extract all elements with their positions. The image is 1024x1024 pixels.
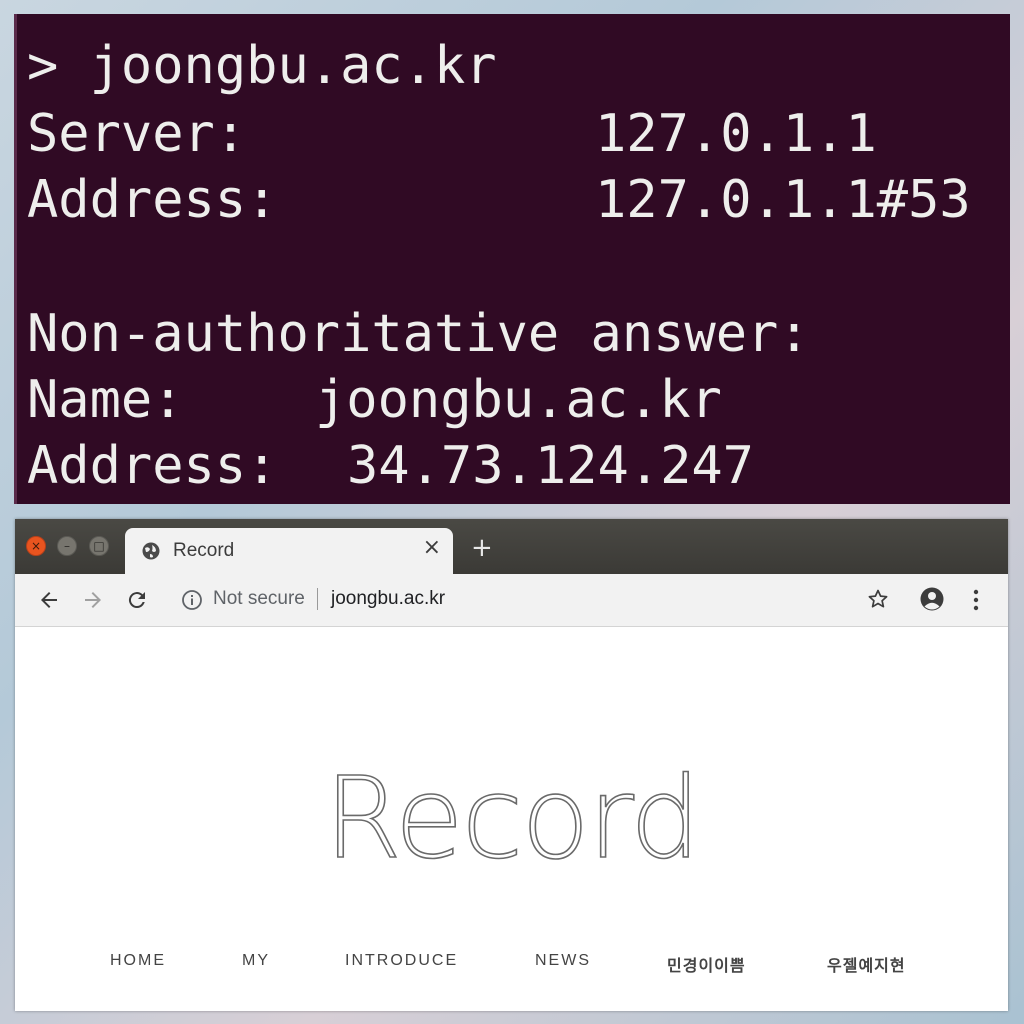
security-status[interactable]: Not secure bbox=[213, 588, 305, 610]
window-maximize-button[interactable]: □ bbox=[89, 536, 109, 556]
info-icon[interactable] bbox=[181, 589, 203, 611]
window-close-button[interactable]: × bbox=[26, 536, 46, 556]
server-value: 127.0.1.1 bbox=[595, 104, 877, 164]
browser-window: × – □ Record × + Not secure joongbu.ac.k… bbox=[15, 519, 1008, 1011]
globe-icon bbox=[142, 542, 160, 560]
forward-arrow-icon[interactable] bbox=[81, 588, 105, 612]
reload-icon[interactable] bbox=[125, 588, 149, 612]
menu-dots-icon[interactable] bbox=[970, 587, 982, 613]
terminal-prompt-line: > joongbu.ac.kr bbox=[27, 36, 497, 96]
nav-my[interactable]: MY bbox=[242, 952, 270, 970]
address-bar-url[interactable]: joongbu.ac.kr bbox=[331, 588, 445, 610]
nav-introduce[interactable]: INTRODUCE bbox=[345, 952, 458, 970]
tab-close-button[interactable]: × bbox=[423, 537, 441, 559]
tab-record[interactable]: Record × bbox=[125, 528, 453, 574]
terminal-result-line: Address: 34.73.124.247 bbox=[27, 436, 754, 496]
url-divider bbox=[317, 588, 318, 610]
nav-item-5[interactable]: 민경이이쁨 bbox=[667, 952, 746, 976]
nav-home[interactable]: HOME bbox=[110, 952, 166, 970]
address-label: Address: bbox=[27, 170, 278, 230]
result-value: 34.73.124.247 bbox=[347, 436, 754, 496]
account-icon[interactable] bbox=[919, 586, 945, 612]
tab-title: Record bbox=[173, 540, 235, 561]
browser-toolbar: Not secure joongbu.ac.kr bbox=[15, 574, 1008, 627]
terminal-server-line: Server: 127.0.1.1 bbox=[27, 104, 877, 164]
address-value: 127.0.1.1#53 bbox=[595, 170, 971, 230]
name-label: Name: bbox=[27, 370, 184, 430]
terminal-name-line: Name: joongbu.ac.kr bbox=[27, 370, 722, 430]
name-value: joongbu.ac.kr bbox=[315, 370, 722, 430]
nav-news[interactable]: NEWS bbox=[535, 952, 591, 970]
new-tab-button[interactable]: + bbox=[471, 535, 493, 561]
terminal-answer-heading: Non-authoritative answer: bbox=[27, 304, 810, 364]
star-icon[interactable] bbox=[866, 587, 890, 611]
result-label: Address: bbox=[27, 436, 278, 496]
browser-titlebar: × – □ Record × + bbox=[15, 519, 1008, 574]
web-page: Record HOME MY INTRODUCE NEWS 민경이이쁨 우젤예지… bbox=[15, 627, 1008, 1011]
server-label: Server: bbox=[27, 104, 247, 164]
window-minimize-button[interactable]: – bbox=[57, 536, 77, 556]
site-title: Record bbox=[323, 754, 702, 884]
nav-item-6[interactable]: 우젤예지현 bbox=[827, 952, 906, 976]
site-nav: HOME MY INTRODUCE NEWS 민경이이쁨 우젤예지현 bbox=[15, 952, 1008, 976]
terminal-window: > joongbu.ac.kr Server: 127.0.1.1 Address… bbox=[14, 14, 1010, 504]
terminal-address-line: Address: 127.0.1.1#53 bbox=[27, 170, 971, 230]
back-arrow-icon[interactable] bbox=[37, 588, 61, 612]
